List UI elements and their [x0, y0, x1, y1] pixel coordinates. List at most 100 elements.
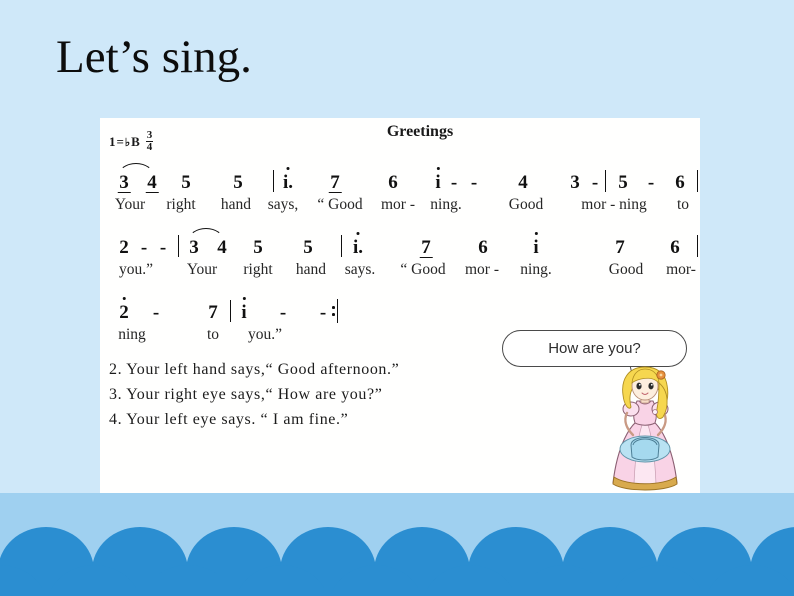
lyric: mor - ning	[581, 196, 647, 213]
slide-canvas: Let’s sing. Greetings 1 = ♭ B 3 4 3 4 5 …	[0, 0, 794, 596]
music-line-2-notes: 2 - - 3 4 5 5 i. 7 6 i 7 6	[108, 228, 699, 261]
note-dash: -	[159, 237, 167, 258]
eye-highlight-right	[650, 383, 653, 386]
verse-list: 2. Your left hand says,“ Good afternoon.”…	[109, 361, 399, 436]
verse-text: Your left hand says,“ Good afternoon.”	[126, 361, 400, 378]
lyric: ning.	[430, 196, 462, 213]
lyric: says,	[267, 196, 299, 213]
verse-number: 4.	[109, 411, 123, 428]
lyric: ning.	[520, 261, 552, 278]
eye-highlight-left	[638, 383, 641, 386]
speech-bubble: How are you?	[502, 330, 687, 385]
note: 2	[119, 302, 129, 323]
note: i	[241, 302, 247, 323]
lyric: “ Good	[317, 196, 363, 213]
note: 7	[208, 302, 218, 323]
lyric: mor-	[666, 261, 696, 278]
lyric: right	[166, 196, 196, 213]
bow	[652, 409, 658, 415]
barline	[273, 170, 275, 192]
note-dash: -	[647, 172, 655, 193]
key-letter: B	[131, 134, 140, 150]
repeat-sign	[332, 299, 339, 323]
lyric: hand	[220, 196, 252, 213]
scallop-shape	[328, 565, 424, 596]
note: 3	[189, 237, 199, 258]
lyric: you.”	[247, 326, 283, 343]
eye-left	[636, 382, 642, 390]
note: i.	[282, 172, 294, 193]
scallop-shape	[0, 565, 48, 596]
hair-flower-center	[659, 373, 663, 377]
verse-text: Your right eye says,“ How are you?”	[126, 386, 383, 403]
note: 6	[670, 237, 680, 258]
scallop-shape	[610, 565, 706, 596]
lyric: you.”	[118, 261, 154, 278]
barline	[230, 300, 232, 322]
sheet-music-panel: Greetings 1 = ♭ B 3 4 3 4 5 5 i. 7 6 i -…	[100, 118, 700, 497]
verse-number: 2.	[109, 361, 123, 378]
note: 6	[388, 172, 398, 193]
bottom-decoration-band	[0, 493, 794, 596]
music-line-1: 3 4 5 5 i. 7 6 i - - 4 3 - 5 - 6 Your ri…	[108, 163, 699, 218]
note-dash: -	[591, 172, 599, 193]
note: 5	[233, 172, 243, 193]
note: i.	[352, 237, 364, 258]
speech-bubble-text: How are you?	[502, 330, 687, 367]
music-line-2-lyrics: you.” Your right hand says. “ Good mor -…	[108, 261, 698, 283]
scallop-shape	[140, 565, 236, 596]
barline	[178, 235, 180, 257]
scallop-shape	[704, 565, 794, 596]
note: 7	[615, 237, 625, 258]
key-signature: 1 = ♭ B 3 4	[109, 129, 154, 154]
note-dash: -	[470, 172, 478, 193]
repeat-dots	[332, 306, 335, 316]
scallop-shape	[234, 565, 330, 596]
note: 5	[303, 237, 313, 258]
note: 4	[217, 237, 227, 258]
note-dash: -	[279, 302, 287, 323]
verse-item: 3. Your right eye says,“ How are you?”	[109, 386, 399, 411]
note: 7	[330, 172, 340, 193]
note: 2	[119, 237, 129, 258]
note-dash: -	[450, 172, 458, 193]
lyric: says.	[344, 261, 376, 278]
note-dash: -	[152, 302, 160, 323]
note: 6	[675, 172, 685, 193]
note-dash: -	[319, 302, 327, 323]
lyric: to	[676, 196, 690, 213]
lyric: mor -	[380, 196, 416, 213]
time-numerator: 3	[145, 129, 154, 142]
note: 5	[181, 172, 191, 193]
lyric: hand	[295, 261, 327, 278]
barline	[605, 170, 607, 192]
princess-illustration	[612, 366, 678, 491]
note: 4	[518, 172, 528, 193]
key-tonic: 1	[109, 134, 116, 150]
note: i	[533, 237, 539, 258]
music-line-1-notes: 3 4 5 5 i. 7 6 i - - 4 3 - 5 - 6	[108, 163, 699, 196]
time-signature: 3 4	[145, 129, 154, 153]
music-line-3-notes: 2 - 7 i - -	[108, 299, 698, 326]
time-denominator: 4	[146, 140, 153, 153]
page-title: Let’s sing.	[56, 31, 252, 83]
flat-icon: ♭	[124, 136, 131, 149]
verse-item: 2. Your left hand says,“ Good afternoon.”	[109, 361, 399, 386]
lyric: mor -	[464, 261, 500, 278]
note: 4	[147, 172, 157, 193]
music-line-2: 2 - - 3 4 5 5 i. 7 6 i 7 6 you.” Your ri…	[108, 228, 699, 283]
barline	[697, 170, 699, 192]
scallop-shape	[422, 565, 518, 596]
lyric: Good	[608, 261, 644, 278]
scallop-shape	[516, 565, 612, 596]
eye-right	[648, 382, 654, 390]
lyric: Good	[508, 196, 544, 213]
lyric: ning	[118, 326, 146, 343]
note: 3	[570, 172, 580, 193]
scallop-shape	[46, 565, 142, 596]
verse-number: 3.	[109, 386, 123, 403]
lyric: Your	[114, 196, 146, 213]
note: 3	[119, 172, 129, 193]
scallop-row-front	[0, 565, 794, 596]
note: 5	[618, 172, 628, 193]
